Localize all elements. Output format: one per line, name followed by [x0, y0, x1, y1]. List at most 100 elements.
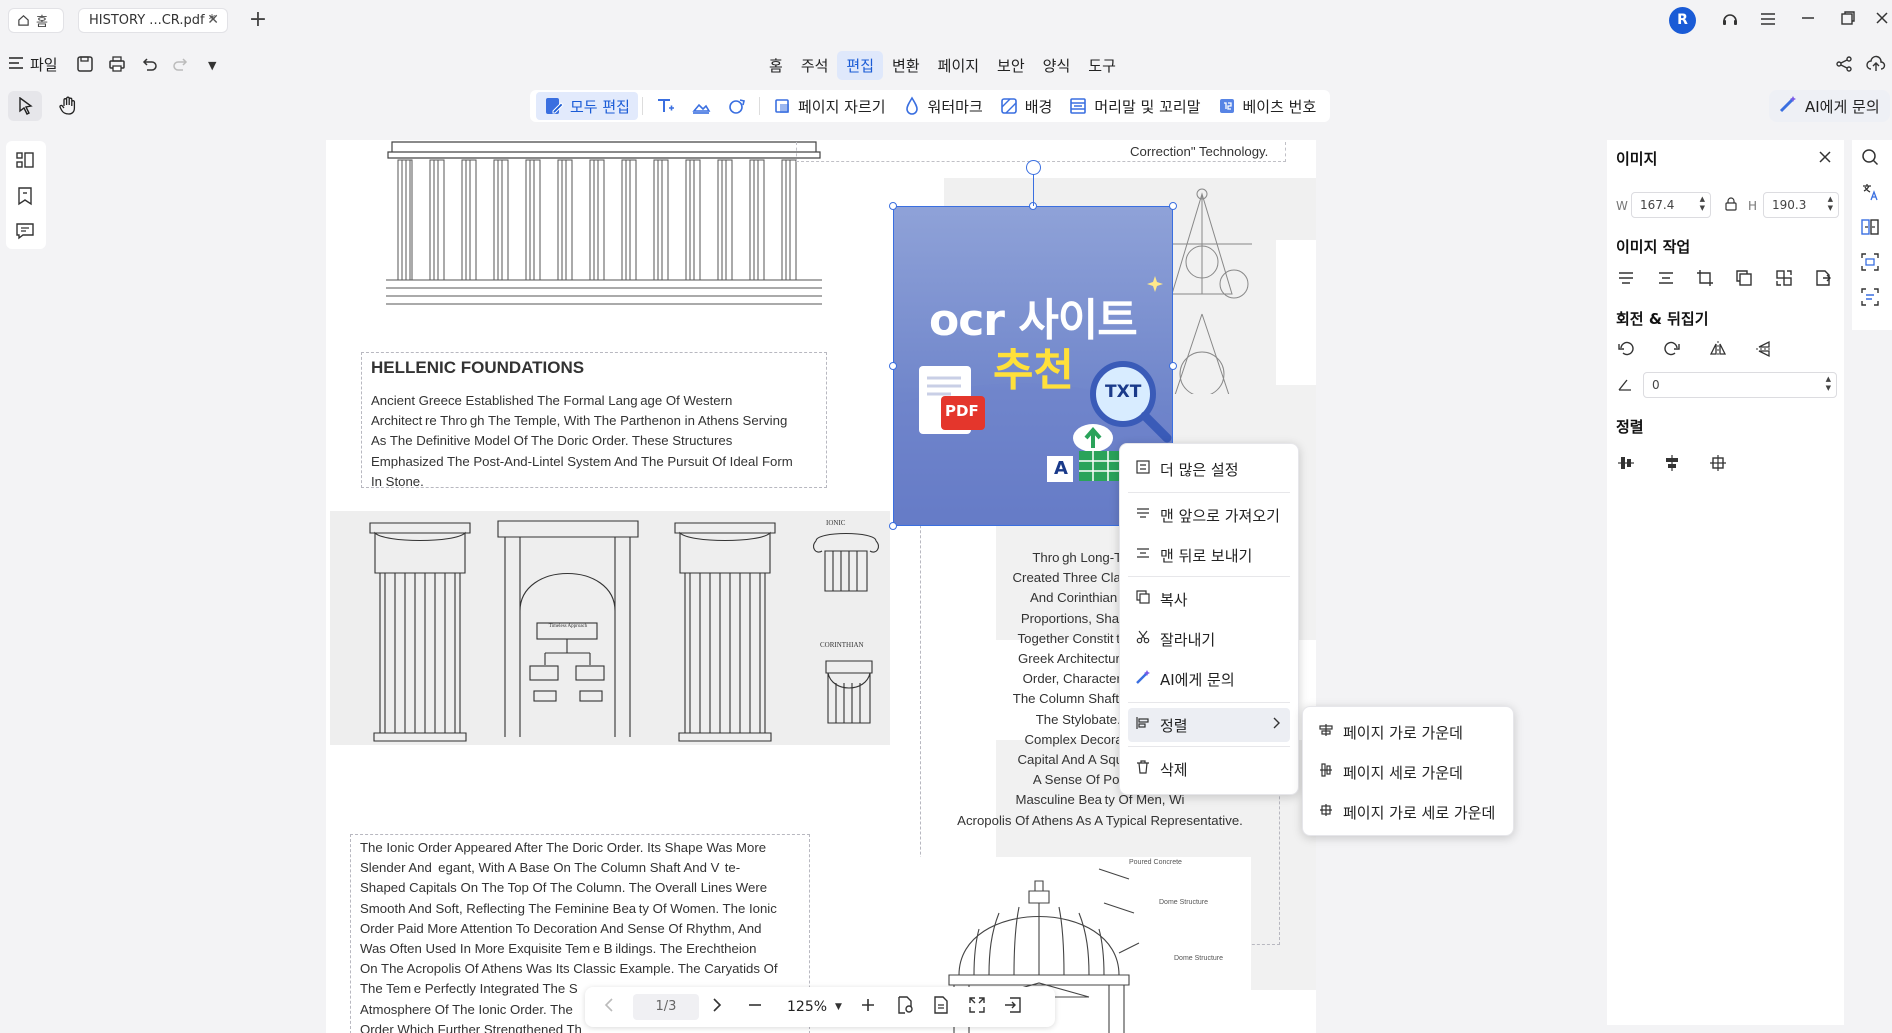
extract-image-icon[interactable] [1814, 269, 1836, 291]
center-both-icon[interactable] [1709, 454, 1731, 476]
center-vertical-icon[interactable] [1663, 454, 1685, 476]
avatar[interactable]: R [1669, 7, 1696, 34]
thumbnails-icon[interactable] [15, 150, 37, 172]
share-icon[interactable] [1835, 55, 1857, 77]
compare-icon[interactable] [1861, 218, 1883, 240]
flip-vertical-icon[interactable] [1709, 340, 1731, 362]
menu-more-settings[interactable]: 더 많은 설정 [1128, 452, 1290, 486]
fit-page-icon[interactable] [896, 996, 920, 1018]
resize-handle[interactable] [889, 522, 897, 530]
resize-handle[interactable] [889, 362, 897, 370]
comment-icon[interactable] [15, 221, 37, 243]
rotate-left-icon[interactable] [1617, 340, 1639, 362]
exit-icon[interactable] [1004, 996, 1028, 1018]
save-icon[interactable] [76, 55, 98, 77]
center-horizontal-icon[interactable] [1617, 454, 1639, 476]
page-number-input[interactable]: 1/3 [633, 994, 699, 1020]
zoom-dropdown-icon[interactable]: ▼ [835, 1002, 842, 1012]
height-input[interactable]: 190.3 ▲ ▼ [1763, 192, 1839, 218]
menu-send-to-back[interactable]: 맨 뒤로 보내기 [1128, 538, 1290, 572]
resize-handle[interactable] [889, 202, 897, 210]
menu-copy[interactable]: 복사 [1128, 582, 1290, 616]
menu-center-both[interactable]: 페이지 가로 세로 가운데 [1311, 795, 1505, 829]
redo-icon[interactable] [172, 55, 194, 77]
hamburger-icon [8, 56, 24, 74]
watermark-button[interactable]: 워터마크 [894, 92, 991, 120]
angle-input[interactable]: 0 ▲ ▼ [1643, 372, 1837, 398]
fullscreen-icon[interactable] [968, 996, 992, 1018]
bring-front-icon[interactable] [1617, 269, 1639, 291]
bookmark-icon[interactable] [15, 186, 37, 208]
stepper-icon[interactable]: ▲ ▼ [1700, 195, 1705, 213]
restore-icon[interactable] [1836, 10, 1860, 32]
add-text-button[interactable] [647, 92, 683, 120]
translate-icon[interactable] [1861, 183, 1883, 205]
ask-ai-button[interactable]: AI에게 문의 [1769, 90, 1890, 122]
menu-center-vertical[interactable]: 페이지 세로 가운데 [1311, 755, 1505, 789]
scan-text-icon[interactable] [1861, 288, 1883, 310]
watermark-label: 워터마크 [927, 97, 983, 116]
menu-home[interactable]: 홈 [760, 51, 792, 80]
scan-ocr-icon[interactable] [1861, 253, 1883, 275]
menu-delete[interactable]: 삭제 [1128, 752, 1290, 786]
edit-all-button[interactable]: 모두 편집 [536, 92, 638, 120]
stepper-icon[interactable]: ▲ ▼ [1828, 195, 1833, 213]
menu-center-horizontal[interactable]: 페이지 가로 가운데 [1311, 715, 1505, 749]
close-window-icon[interactable] [1870, 10, 1892, 32]
undo-icon[interactable] [140, 55, 162, 77]
menu-ask-ai[interactable]: AI에게 문의 [1128, 662, 1290, 696]
print-icon[interactable] [108, 55, 130, 77]
cloud-upload-icon[interactable] [1866, 55, 1888, 77]
menu-cut[interactable]: 잘라내기 [1128, 622, 1290, 656]
lock-icon[interactable] [1724, 196, 1746, 218]
send-back-icon[interactable] [1657, 269, 1679, 291]
menu-edit[interactable]: 편집 [837, 51, 884, 80]
previous-page-icon[interactable] [597, 997, 621, 1017]
header-footer-label: 머리말 및 꼬리말 [1094, 97, 1201, 116]
menu-page[interactable]: 페이지 [929, 51, 988, 80]
zoom-in-icon[interactable] [860, 997, 884, 1017]
crop-icon[interactable] [1696, 269, 1718, 291]
minimize-icon[interactable] [1796, 10, 1820, 32]
search-icon[interactable] [1861, 148, 1883, 170]
tab-home[interactable]: 홈 [8, 8, 64, 33]
fit-width-icon[interactable] [932, 996, 956, 1018]
menu-tools[interactable]: 도구 [1079, 51, 1125, 80]
menu-item-label: 복사 [1160, 590, 1188, 609]
width-input[interactable]: 167.4 ▲ ▼ [1631, 192, 1711, 218]
file-menu[interactable]: 파일 [8, 54, 58, 75]
hand-tool[interactable] [50, 91, 84, 121]
menu-form[interactable]: 양식 [1034, 51, 1080, 80]
add-image-button[interactable] [683, 92, 719, 120]
menu-convert[interactable]: 변환 [883, 51, 929, 80]
next-page-icon[interactable] [711, 997, 735, 1017]
background-button[interactable]: 배경 [991, 92, 1061, 120]
add-link-button[interactable] [719, 92, 755, 120]
menu-bring-to-front[interactable]: 맨 앞으로 가져오기 [1128, 498, 1290, 532]
flip-horizontal-icon[interactable] [1755, 340, 1777, 362]
chevron-down-icon[interactable]: ▼ [208, 55, 230, 77]
menu-protect[interactable]: 보안 [988, 51, 1034, 80]
menu-align[interactable]: 정렬 [1128, 708, 1290, 742]
header-footer-button[interactable]: 머리말 및 꼬리말 [1060, 92, 1208, 120]
crop-page-button[interactable]: 페이지 자르기 [764, 92, 894, 120]
zoom-level[interactable]: 125% [787, 999, 827, 1015]
copy-icon[interactable] [1735, 269, 1757, 291]
bates-number-button[interactable]: 베이츠 번호 [1209, 92, 1325, 120]
new-tab-button[interactable]: + [246, 8, 270, 32]
headset-icon[interactable] [1718, 10, 1742, 32]
menu-annotate[interactable]: 주석 [792, 51, 838, 80]
rotate-handle-icon[interactable] [1026, 160, 1041, 175]
hellenic-text-box[interactable]: HELLENIC FOUNDATIONS Ancient Greece Esta… [361, 352, 827, 489]
resize-handle[interactable] [1169, 202, 1177, 210]
stepper-icon[interactable]: ▲ ▼ [1826, 375, 1831, 393]
replace-image-icon[interactable] [1775, 269, 1797, 291]
menu-icon[interactable] [1756, 10, 1780, 32]
close-icon[interactable] [1818, 149, 1840, 171]
select-tool[interactable] [8, 91, 42, 121]
zoom-out-icon[interactable] [747, 997, 771, 1017]
close-icon[interactable]: ✕ [207, 12, 219, 28]
resize-handle[interactable] [1169, 362, 1177, 370]
tab-document[interactable]: HISTORY ...CR.pdf * ✕ [78, 8, 228, 33]
rotate-right-icon[interactable] [1663, 340, 1685, 362]
